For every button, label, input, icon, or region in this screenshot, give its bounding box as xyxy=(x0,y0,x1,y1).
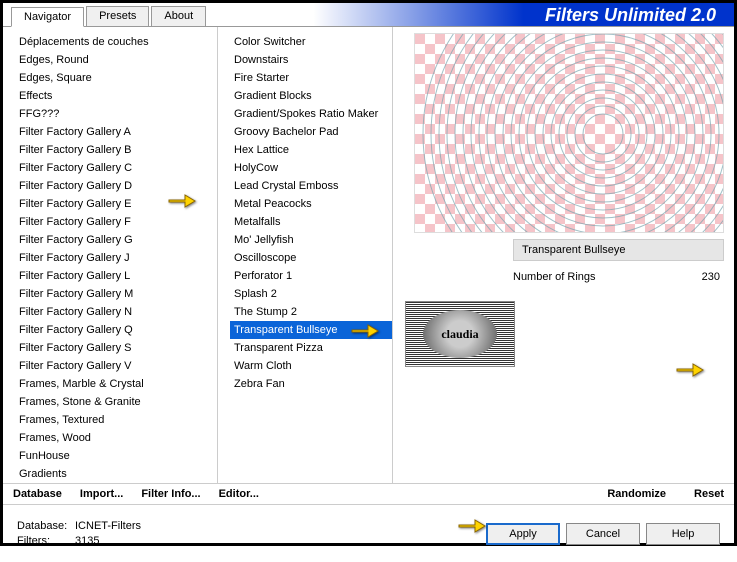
action-toolbar: Database Import... Filter Info... Editor… xyxy=(3,483,734,504)
list-item[interactable]: Transparent Pizza xyxy=(230,339,392,357)
watermark-text: claudia xyxy=(423,310,497,358)
list-item[interactable]: Filter Factory Gallery J xyxy=(15,249,217,267)
list-item[interactable]: Color Switcher xyxy=(230,33,392,51)
database-button[interactable]: Database xyxy=(13,488,62,500)
filter-info-button[interactable]: Filter Info... xyxy=(141,488,200,500)
pointer-icon xyxy=(675,358,705,380)
filter-panel: Color SwitcherDownstairsFire StarterGrad… xyxy=(218,27,393,483)
list-item[interactable]: Gradient/Spokes Ratio Maker xyxy=(230,105,392,123)
cancel-button[interactable]: Cancel xyxy=(566,523,640,545)
footer: Database:ICNET-Filters Filters:3135 Appl… xyxy=(3,504,734,562)
header-bar: NavigatorPresetsAbout Filters Unlimited … xyxy=(3,3,734,27)
footer-buttons: Apply Cancel Help xyxy=(486,523,720,545)
list-item[interactable]: HolyCow xyxy=(230,159,392,177)
list-item[interactable]: FunHouse xyxy=(15,447,217,465)
list-item[interactable]: Edges, Square xyxy=(15,69,217,87)
list-item[interactable]: Fire Starter xyxy=(230,69,392,87)
list-item[interactable]: Frames, Marble & Crystal xyxy=(15,375,217,393)
list-item[interactable]: Oscilloscope xyxy=(230,249,392,267)
tab-navigator[interactable]: Navigator xyxy=(11,7,84,27)
randomize-button[interactable]: Randomize xyxy=(607,488,666,500)
list-item[interactable]: Déplacements de couches xyxy=(15,33,217,51)
list-item[interactable]: Mo' Jellyfish xyxy=(230,231,392,249)
list-item[interactable]: Hex Lattice xyxy=(230,141,392,159)
list-item[interactable]: Groovy Bachelor Pad xyxy=(230,123,392,141)
db-label: Database: xyxy=(17,519,75,534)
db-value: ICNET-Filters xyxy=(75,520,141,532)
app-title-banner: Filters Unlimited 2.0 xyxy=(208,3,734,26)
list-item[interactable]: Filter Factory Gallery Q xyxy=(15,321,217,339)
selected-filter-label: Transparent Bullseye xyxy=(513,239,724,261)
import-button[interactable]: Import... xyxy=(80,488,123,500)
filter-list[interactable]: Color SwitcherDownstairsFire StarterGrad… xyxy=(218,27,392,483)
list-item[interactable]: Filter Factory Gallery G xyxy=(15,231,217,249)
help-button[interactable]: Help xyxy=(646,523,720,545)
filters-count-value: 3135 xyxy=(75,535,99,547)
list-item[interactable]: Lead Crystal Emboss xyxy=(230,177,392,195)
pointer-icon xyxy=(167,189,197,211)
list-item[interactable]: Downstairs xyxy=(230,51,392,69)
param-value[interactable]: 230 xyxy=(702,271,720,283)
list-item[interactable]: Filter Factory Gallery A xyxy=(15,123,217,141)
list-item[interactable]: Gradients xyxy=(15,465,217,483)
tab-about[interactable]: About xyxy=(151,6,206,26)
param-row: Number of Rings 230 xyxy=(513,271,724,283)
pointer-icon xyxy=(457,514,487,536)
list-item[interactable]: Frames, Stone & Granite xyxy=(15,393,217,411)
param-label: Number of Rings xyxy=(513,271,596,283)
list-item[interactable]: Filter Factory Gallery V xyxy=(15,357,217,375)
footer-info: Database:ICNET-Filters Filters:3135 xyxy=(17,519,141,549)
list-item[interactable]: Effects xyxy=(15,87,217,105)
list-item[interactable]: Metalfalls xyxy=(230,213,392,231)
category-panel: Déplacements de couchesEdges, RoundEdges… xyxy=(3,27,218,483)
list-item[interactable]: Splash 2 xyxy=(230,285,392,303)
list-item[interactable]: Filter Factory Gallery B xyxy=(15,141,217,159)
list-item[interactable]: Filter Factory Gallery L xyxy=(15,267,217,285)
filters-count-label: Filters: xyxy=(17,534,75,549)
list-item[interactable]: FFG??? xyxy=(15,105,217,123)
list-item[interactable]: Gradient Blocks xyxy=(230,87,392,105)
list-item[interactable]: Filter Factory Gallery C xyxy=(15,159,217,177)
list-item[interactable]: Edges, Round xyxy=(15,51,217,69)
preview-panel: Transparent Bullseye Number of Rings 230 xyxy=(393,27,734,483)
reset-button[interactable]: Reset xyxy=(694,488,724,500)
preview-image xyxy=(414,33,724,233)
list-item[interactable]: Filter Factory Gallery M xyxy=(15,285,217,303)
list-item[interactable]: Filter Factory Gallery N xyxy=(15,303,217,321)
list-item[interactable]: Filter Factory Gallery S xyxy=(15,339,217,357)
list-item[interactable]: Filter Factory Gallery F xyxy=(15,213,217,231)
list-item[interactable]: Frames, Wood xyxy=(15,429,217,447)
tab-strip: NavigatorPresetsAbout xyxy=(3,6,208,26)
tab-presets[interactable]: Presets xyxy=(86,6,149,26)
apply-button[interactable]: Apply xyxy=(486,523,560,545)
list-item[interactable]: Perforator 1 xyxy=(230,267,392,285)
list-item[interactable]: Metal Peacocks xyxy=(230,195,392,213)
editor-button[interactable]: Editor... xyxy=(219,488,259,500)
category-list[interactable]: Déplacements de couchesEdges, RoundEdges… xyxy=(3,27,217,483)
list-item[interactable]: Zebra Fan xyxy=(230,375,392,393)
list-item[interactable]: Frames, Textured xyxy=(15,411,217,429)
pointer-icon xyxy=(350,319,380,341)
watermark-logo: claudia xyxy=(405,301,515,367)
list-item[interactable]: Warm Cloth xyxy=(230,357,392,375)
main-area: Déplacements de couchesEdges, RoundEdges… xyxy=(3,27,734,483)
